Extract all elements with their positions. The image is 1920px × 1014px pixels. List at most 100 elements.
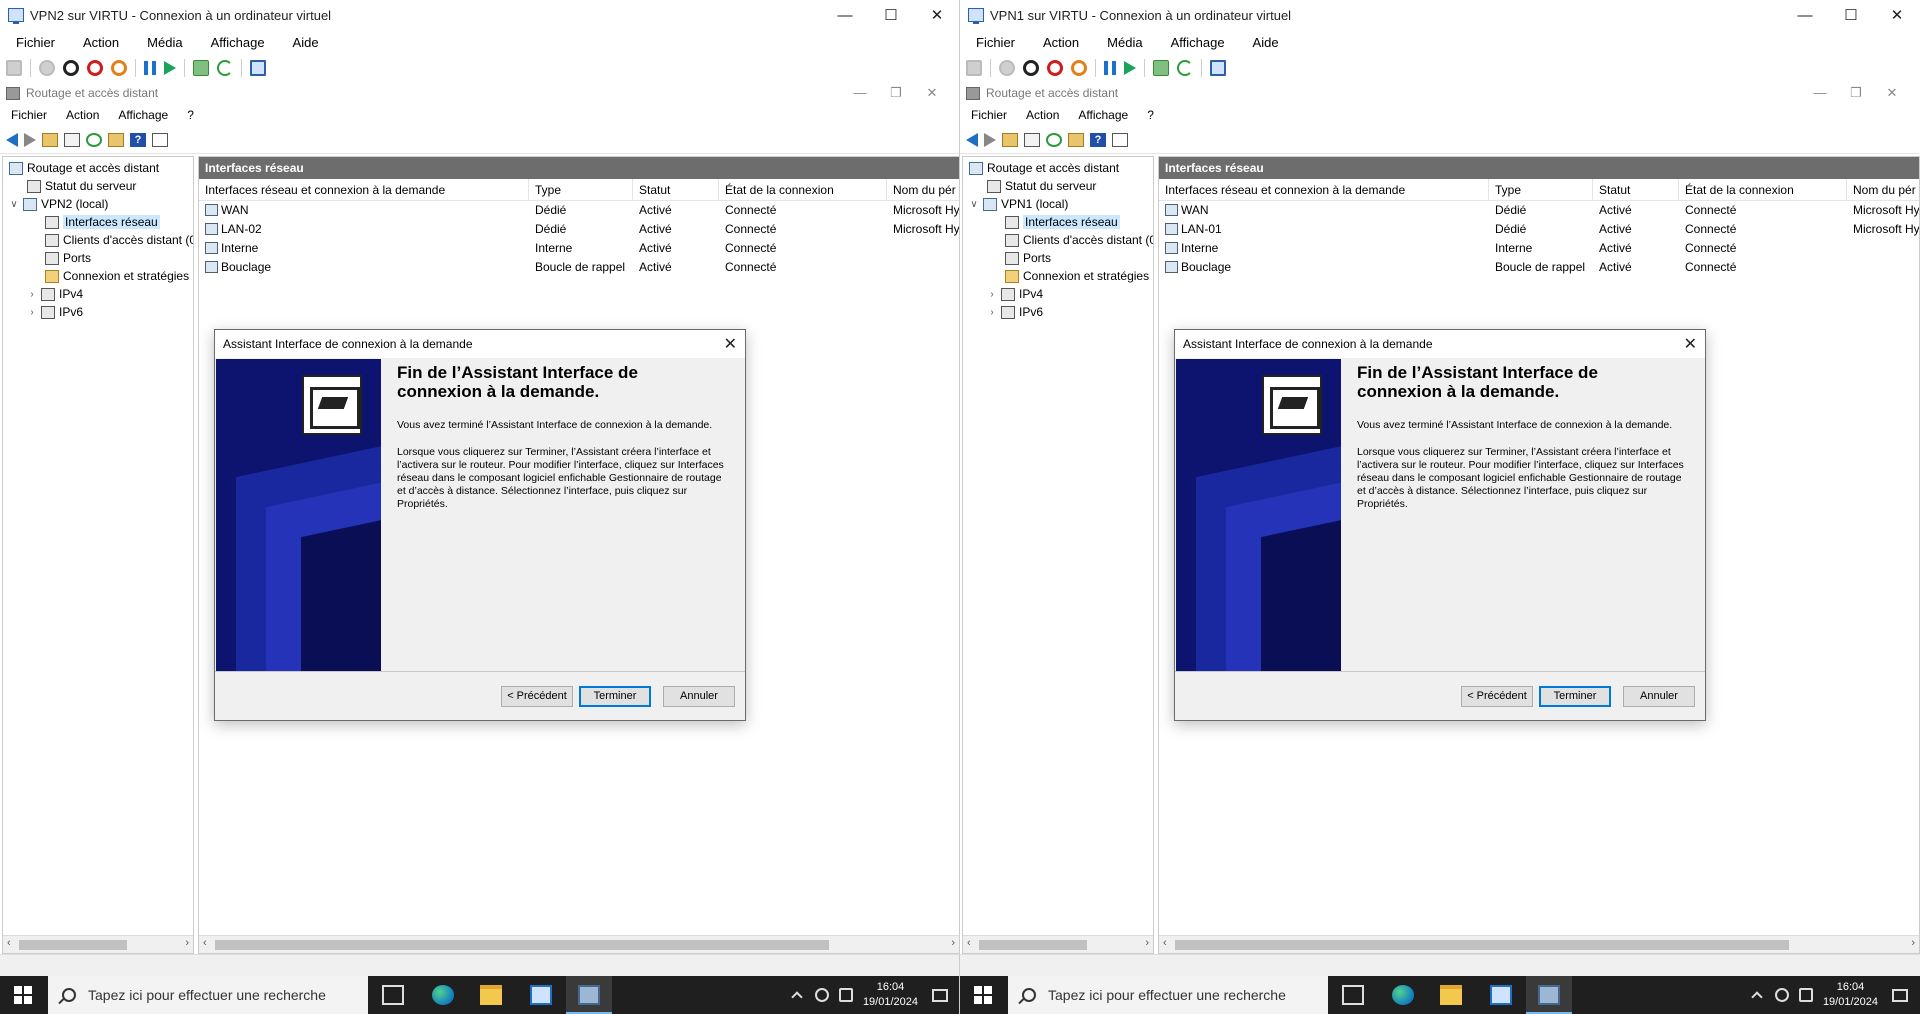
mmc-menu-action[interactable]: Action bbox=[1015, 108, 1067, 122]
mmc-close-button[interactable]: ✕ bbox=[914, 82, 950, 104]
notifications-icon[interactable] bbox=[932, 988, 948, 1002]
notifications-icon[interactable] bbox=[1892, 988, 1908, 1002]
scroll-left-icon[interactable]: ‹ bbox=[203, 937, 207, 949]
network-icon[interactable] bbox=[1774, 988, 1789, 1002]
back-icon[interactable] bbox=[6, 132, 18, 147]
checkpoint-icon[interactable] bbox=[193, 60, 209, 76]
start-vm-icon[interactable] bbox=[999, 60, 1015, 76]
mmc-menu-action[interactable]: Action bbox=[55, 108, 107, 122]
pause-icon[interactable] bbox=[144, 61, 156, 75]
back-icon[interactable] bbox=[966, 132, 978, 147]
search-box[interactable]: Tapez ici pour effectuer une recherche bbox=[1008, 976, 1328, 1014]
forward-icon[interactable] bbox=[984, 132, 996, 147]
start-vm-icon[interactable] bbox=[39, 60, 55, 76]
finish-button[interactable]: Terminer bbox=[579, 686, 651, 707]
tree-ports[interactable]: Ports bbox=[1005, 249, 1051, 267]
table-row[interactable]: Interne Interne Activé Connecté bbox=[1159, 239, 1919, 258]
tree-root[interactable]: Routage et accès distant bbox=[9, 159, 159, 177]
start-icon[interactable] bbox=[974, 986, 992, 1004]
refresh-icon[interactable] bbox=[1046, 132, 1062, 147]
tree-ipv6[interactable]: › IPv6 bbox=[27, 303, 83, 321]
server-manager-icon[interactable] bbox=[530, 985, 552, 1005]
column-header-status[interactable]: Statut bbox=[1593, 179, 1679, 201]
server-manager-icon[interactable] bbox=[1490, 985, 1512, 1005]
ctrl-alt-del-icon[interactable] bbox=[966, 60, 982, 76]
up-folder-icon[interactable] bbox=[42, 132, 58, 147]
column-header-name[interactable]: Interfaces réseau et connexion à la dema… bbox=[1159, 179, 1489, 201]
checkpoint-icon[interactable] bbox=[1153, 60, 1169, 76]
column-header-type[interactable]: Type bbox=[529, 179, 633, 201]
column-header-status[interactable]: Statut bbox=[633, 179, 719, 201]
close-button[interactable]: ✕ bbox=[914, 0, 959, 30]
collapse-icon[interactable]: ∨ bbox=[9, 199, 19, 210]
help-icon[interactable]: ? bbox=[1090, 132, 1106, 147]
revert-icon[interactable] bbox=[1177, 60, 1193, 76]
help-icon[interactable]: ? bbox=[130, 132, 146, 147]
scroll-right-icon[interactable]: › bbox=[185, 937, 189, 949]
menu-fichier[interactable]: Fichier bbox=[0, 35, 67, 50]
up-folder-icon[interactable] bbox=[1002, 132, 1018, 147]
tree-server[interactable]: ∨ VPN2 (local) bbox=[9, 195, 108, 213]
turn-off-icon[interactable] bbox=[1023, 60, 1039, 76]
scroll-left-icon[interactable]: ‹ bbox=[967, 937, 971, 949]
tree-remote-clients[interactable]: Clients d'accès distant (0) bbox=[1005, 231, 1153, 249]
tree-horizontal-scrollbar[interactable]: ‹ › bbox=[3, 935, 193, 953]
table-row[interactable]: WAN Dédié Activé Connecté Microsoft Hy bbox=[1159, 201, 1919, 220]
column-header-type[interactable]: Type bbox=[1489, 179, 1593, 201]
start-icon[interactable] bbox=[14, 986, 32, 1004]
mmc-menu-affichage[interactable]: Affichage bbox=[107, 108, 176, 122]
show-tree-icon[interactable] bbox=[1024, 132, 1040, 147]
table-row[interactable]: WAN Dédié Activé Connecté Microsoft Hy bbox=[199, 201, 959, 220]
network-icon[interactable] bbox=[814, 988, 829, 1002]
menu-aide[interactable]: Aide bbox=[277, 35, 331, 50]
mmc-minimize-button[interactable]: — bbox=[1802, 82, 1838, 104]
tree-logging-policies[interactable]: Connexion et stratégies bbox=[45, 267, 189, 285]
show-tree-icon[interactable] bbox=[64, 132, 80, 147]
refresh-icon[interactable] bbox=[86, 132, 102, 147]
task-view-icon[interactable] bbox=[1342, 985, 1364, 1005]
maximize-button[interactable]: ☐ bbox=[868, 0, 914, 30]
tree-remote-clients[interactable]: Clients d'accès distant (0) bbox=[45, 231, 193, 249]
rras-taskbar-icon[interactable] bbox=[1538, 985, 1560, 1005]
search-box[interactable]: Tapez ici pour effectuer une recherche bbox=[48, 976, 368, 1014]
collapse-icon[interactable]: ∨ bbox=[969, 199, 979, 210]
tree-network-interfaces[interactable]: Interfaces réseau bbox=[45, 213, 160, 231]
scroll-thumb[interactable] bbox=[215, 940, 829, 950]
menu-media[interactable]: Média bbox=[1091, 35, 1154, 50]
revert-icon[interactable] bbox=[217, 60, 233, 76]
column-header-connection-state[interactable]: État de la connexion bbox=[719, 179, 887, 201]
clock[interactable]: 16:04 19/01/2024 bbox=[863, 980, 918, 1010]
result-horizontal-scrollbar[interactable]: ‹ › bbox=[199, 935, 959, 953]
mmc-restore-button[interactable]: ❐ bbox=[878, 82, 914, 104]
tree-ipv6[interactable]: › IPv6 bbox=[987, 303, 1043, 321]
scroll-left-icon[interactable]: ‹ bbox=[1163, 937, 1167, 949]
menu-affichage[interactable]: Affichage bbox=[195, 35, 277, 50]
finish-button[interactable]: Terminer bbox=[1539, 686, 1611, 707]
shutdown-icon[interactable] bbox=[1047, 60, 1063, 76]
column-header-connection-state[interactable]: État de la connexion bbox=[1679, 179, 1847, 201]
table-row[interactable]: LAN-01 Dédié Activé Connecté Microsoft Hy bbox=[1159, 220, 1919, 239]
scroll-right-icon[interactable]: › bbox=[1911, 937, 1915, 949]
mmc-menu-affichage[interactable]: Affichage bbox=[1067, 108, 1136, 122]
enhanced-session-icon[interactable] bbox=[250, 60, 266, 76]
menu-action[interactable]: Action bbox=[67, 35, 131, 50]
column-header-name[interactable]: Interfaces réseau et connexion à la dema… bbox=[199, 179, 529, 201]
rras-taskbar-icon[interactable] bbox=[578, 985, 600, 1005]
menu-action[interactable]: Action bbox=[1027, 35, 1091, 50]
mmc-restore-button[interactable]: ❐ bbox=[1838, 82, 1874, 104]
properties-icon[interactable] bbox=[1112, 132, 1128, 147]
table-row[interactable]: LAN-02 Dédié Activé Connecté Microsoft Hy bbox=[199, 220, 959, 239]
mmc-menu-help[interactable]: ? bbox=[1136, 108, 1162, 122]
tree-root[interactable]: Routage et accès distant bbox=[969, 159, 1119, 177]
dialog-close-icon[interactable]: ✕ bbox=[1684, 334, 1697, 354]
resume-icon[interactable] bbox=[164, 61, 176, 75]
shutdown-icon[interactable] bbox=[87, 60, 103, 76]
dialog-close-icon[interactable]: ✕ bbox=[724, 334, 737, 354]
expand-icon[interactable]: › bbox=[987, 289, 997, 300]
table-row[interactable]: Interne Interne Activé Connecté bbox=[199, 239, 959, 258]
edge-icon[interactable] bbox=[432, 985, 454, 1005]
show-hidden-icons-icon[interactable] bbox=[791, 991, 803, 1003]
table-row[interactable]: Bouclage Boucle de rappel Activé Connecté bbox=[199, 258, 959, 277]
table-row[interactable]: Bouclage Boucle de rappel Activé Connecté bbox=[1159, 258, 1919, 277]
file-explorer-icon[interactable] bbox=[1440, 985, 1462, 1005]
